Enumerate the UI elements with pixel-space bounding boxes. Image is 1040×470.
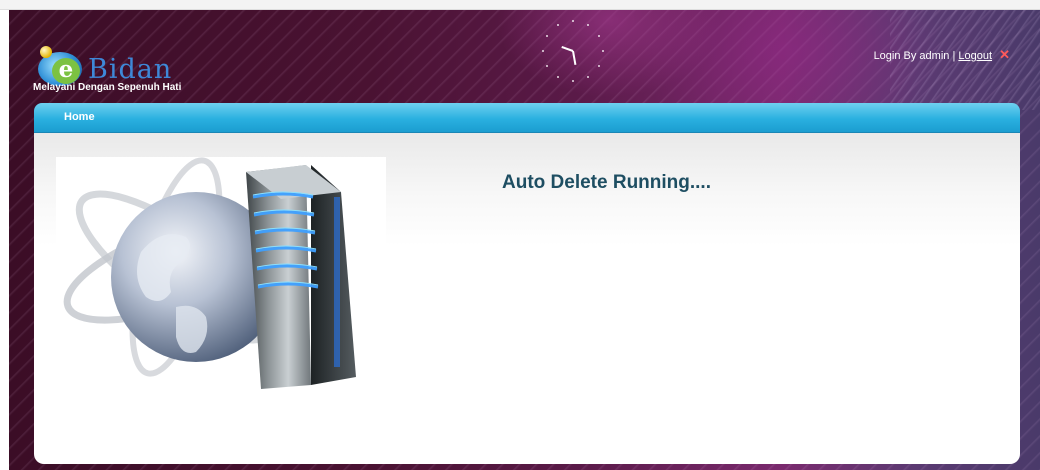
clock-minute-hand (572, 50, 577, 65)
login-by-label: Login By admin | (873, 50, 956, 62)
page: e Bidan Melayani Dengan Sepenuh Hati Log… (0, 0, 1040, 470)
logo-tagline: Melayani Dengan Sepenuh Hati (33, 82, 182, 93)
logout-link[interactable]: Logout (958, 50, 992, 62)
user-info: Login By admin | Logout ✕ (874, 47, 1010, 63)
site-logo[interactable]: e Bidan Melayani Dengan Sepenuh Hati (32, 44, 272, 96)
nav-bar: Home (34, 103, 1020, 133)
logo-letter: e (52, 58, 80, 84)
nav-item-home[interactable]: Home (64, 111, 95, 123)
logo-name: Bidan (88, 54, 173, 85)
analog-clock-icon (540, 18, 606, 84)
close-x-icon[interactable]: ✕ (999, 47, 1010, 62)
browser-top-strip (0, 0, 1040, 10)
logo-dot-icon (40, 46, 52, 58)
server-globe-illustration (56, 157, 386, 397)
status-message: Auto Delete Running.... (502, 172, 711, 193)
